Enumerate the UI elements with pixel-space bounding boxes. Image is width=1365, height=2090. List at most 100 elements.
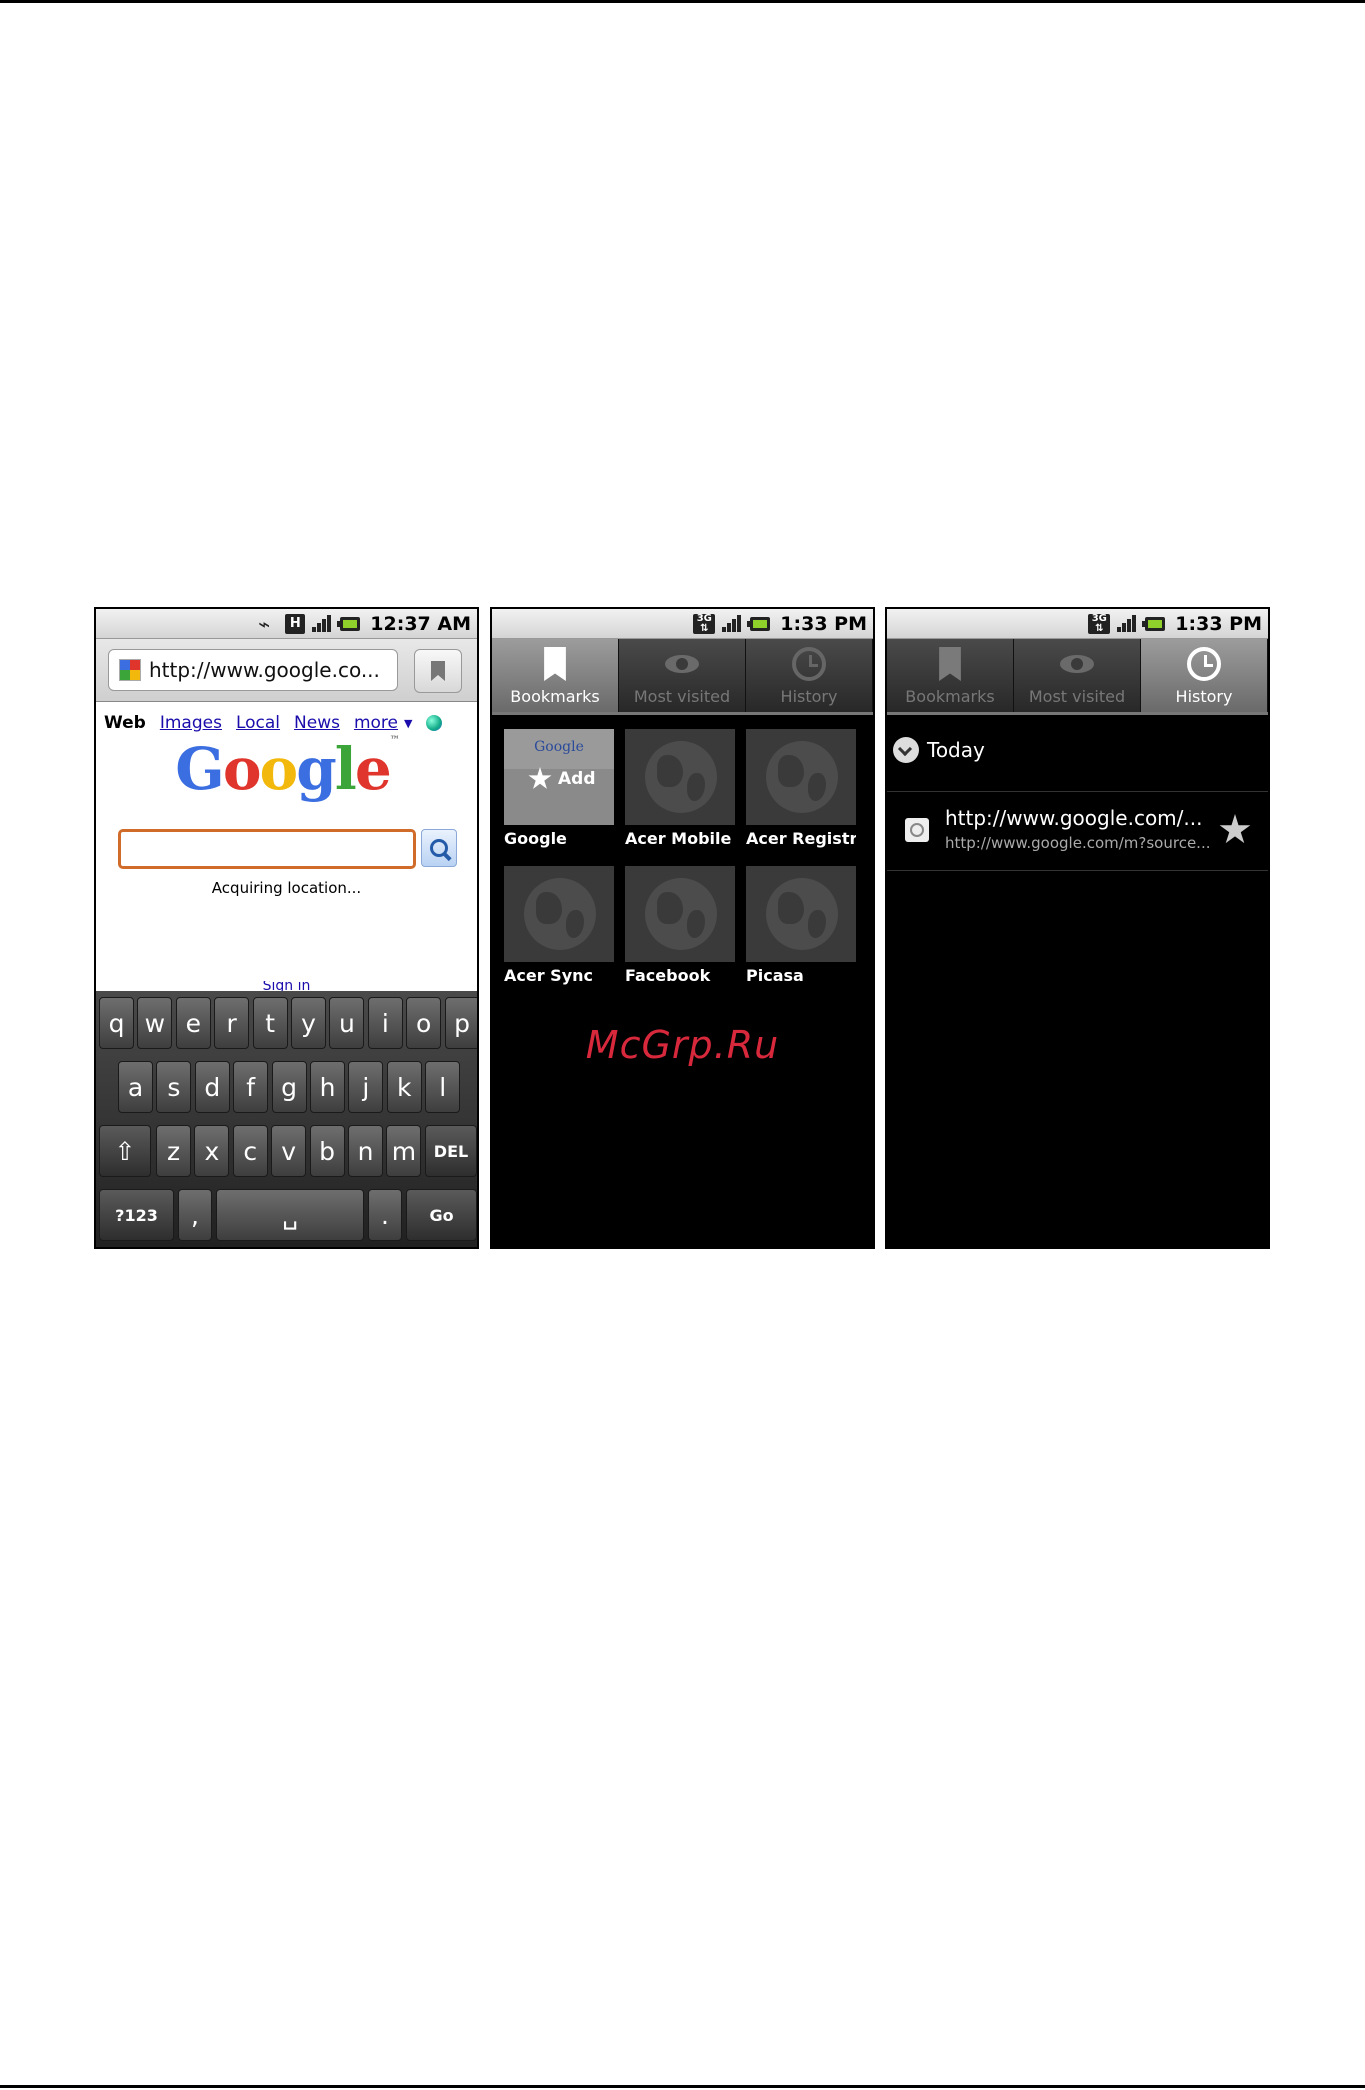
mini-google-logo: Google <box>504 729 614 769</box>
location-status: Acquiring location... <box>211 879 362 897</box>
period-key[interactable]: . <box>368 1189 402 1241</box>
hspa-icon: H <box>285 613 306 634</box>
phone-screen-bookmarks: 3G ⇅ 1:33 PM Bookmarks Most visited Histo… <box>490 607 875 1249</box>
key-j[interactable]: j <box>348 1061 384 1113</box>
delete-key[interactable]: DEL <box>425 1125 477 1177</box>
add-bookmark-overlay[interactable]: Add <box>528 767 596 791</box>
globe-icon <box>524 878 596 950</box>
url-bar: http://www.google.co... <box>96 639 477 702</box>
key-l[interactable]: l <box>425 1061 461 1113</box>
bookmark-acer-registration[interactable]: Acer Registra <box>746 729 856 848</box>
history-url: http://www.google.com/m?source... <box>945 834 1211 852</box>
tab-most-visited[interactable]: Most visited <box>619 639 746 712</box>
key-h[interactable]: h <box>310 1061 345 1113</box>
tab-history[interactable]: History <box>1141 639 1268 712</box>
space-key[interactable]: ␣ <box>216 1189 364 1241</box>
tab-history[interactable]: History <box>746 639 873 712</box>
nav-news-link[interactable]: News <box>294 713 340 733</box>
key-g[interactable]: g <box>271 1061 307 1113</box>
nav-more-link[interactable]: more <box>354 713 398 733</box>
key-a[interactable]: a <box>118 1061 153 1113</box>
add-label: Add <box>558 769 596 789</box>
url-text: http://www.google.co... <box>149 658 380 682</box>
bookmark-facebook[interactable]: Facebook <box>625 866 735 985</box>
top-rule <box>0 0 1365 3</box>
google-search-input[interactable] <box>118 829 416 869</box>
comma-key[interactable]: , <box>178 1189 212 1241</box>
3g-icon: 3G ⇅ <box>1088 613 1111 634</box>
url-field[interactable]: http://www.google.co... <box>108 649 398 691</box>
tab-label: Bookmarks <box>905 687 995 706</box>
bookmark-picasa[interactable]: Picasa <box>746 866 856 985</box>
bookmark-google[interactable]: Google Add Google <box>504 729 614 848</box>
key-q[interactable]: q <box>99 997 134 1049</box>
nav-images-link[interactable]: Images <box>160 713 222 733</box>
key-r[interactable]: r <box>214 997 250 1049</box>
tab-bookmarks[interactable]: Bookmarks <box>492 639 619 712</box>
key-i[interactable]: i <box>367 997 403 1049</box>
tab-label: Most visited <box>1028 687 1126 706</box>
tab-bookmarks[interactable]: Bookmarks <box>887 639 1014 712</box>
bookmark-acer-mobile[interactable]: Acer Mobile <box>625 729 735 848</box>
signal-icon <box>1115 614 1137 634</box>
key-m[interactable]: m <box>386 1125 422 1177</box>
key-o[interactable]: o <box>406 997 442 1049</box>
key-p[interactable]: p <box>444 997 477 1049</box>
symbols-key[interactable]: ?123 <box>99 1189 174 1241</box>
status-time: 1:33 PM <box>780 612 867 635</box>
bookmark-acer-sync[interactable]: Acer Sync <box>504 866 614 985</box>
history-title: http://www.google.com/... <box>945 806 1203 830</box>
key-y[interactable]: y <box>291 997 326 1049</box>
google-talk-icon[interactable] <box>426 715 443 731</box>
bookmark-thumbnail <box>625 729 735 825</box>
group-label: Today <box>927 738 985 762</box>
bookmark-title: Google <box>504 829 567 848</box>
key-t[interactable]: t <box>252 997 288 1049</box>
watermark: McGrp.Ru <box>585 1023 780 1067</box>
key-c[interactable]: c <box>232 1125 268 1177</box>
key-z[interactable]: z <box>156 1125 191 1177</box>
go-key[interactable]: Go <box>406 1189 477 1241</box>
key-k[interactable]: k <box>386 1061 422 1113</box>
globe-icon <box>766 741 838 813</box>
star-icon <box>528 767 552 789</box>
key-x[interactable]: x <box>194 1125 230 1177</box>
soft-keyboard: q w e r t y u i o p a s d f g h j k l ⇧ z x c v b n m DEL ?123, ␣. Go <box>96 991 477 1247</box>
nav-local-link[interactable]: Local <box>236 713 280 733</box>
shift-key[interactable]: ⇧ <box>99 1125 151 1177</box>
google-favicon-icon <box>119 659 141 681</box>
google-logo: Google™ <box>175 735 399 803</box>
key-v[interactable]: v <box>271 1125 307 1177</box>
bookmark-thumbnail <box>625 866 735 962</box>
status-time: 1:33 PM <box>1175 612 1262 635</box>
star-icon[interactable] <box>1219 814 1251 844</box>
signal-icon <box>720 614 742 634</box>
key-e[interactable]: e <box>175 997 211 1049</box>
browser-view: http://www.google.co... Web Images Local… <box>96 639 477 991</box>
bookmark-icon <box>939 647 961 681</box>
key-f[interactable]: f <box>233 1061 269 1113</box>
tab-most-visited[interactable]: Most visited <box>1014 639 1141 712</box>
history-item[interactable]: http://www.google.com/... http://www.goo… <box>887 792 1268 870</box>
key-n[interactable]: n <box>348 1125 383 1177</box>
status-bar: ⌁ H 12:37 AM <box>96 609 477 639</box>
bookmarks-button[interactable] <box>414 649 462 693</box>
search-button[interactable] <box>421 829 457 867</box>
gps-icon: ⌁ <box>258 611 271 636</box>
bookmark-title: Acer Mobile <box>625 829 732 848</box>
sign-in-link[interactable]: Sign in <box>96 981 477 991</box>
key-u[interactable]: u <box>329 997 365 1049</box>
tab-bar: Bookmarks Most visited History <box>492 639 873 715</box>
history-group-today[interactable]: Today <box>893 737 985 763</box>
bookmark-icon <box>431 661 445 681</box>
key-b[interactable]: b <box>309 1125 345 1177</box>
search-icon <box>430 839 448 857</box>
battery-charging-icon <box>1142 614 1168 634</box>
globe-icon <box>645 741 717 813</box>
key-d[interactable]: d <box>194 1061 230 1113</box>
key-w[interactable]: w <box>137 997 173 1049</box>
bookmark-icon <box>544 647 566 681</box>
eye-icon <box>665 647 699 681</box>
status-bar: 3G ⇅ 1:33 PM <box>887 609 1268 639</box>
key-s[interactable]: s <box>156 1061 192 1113</box>
